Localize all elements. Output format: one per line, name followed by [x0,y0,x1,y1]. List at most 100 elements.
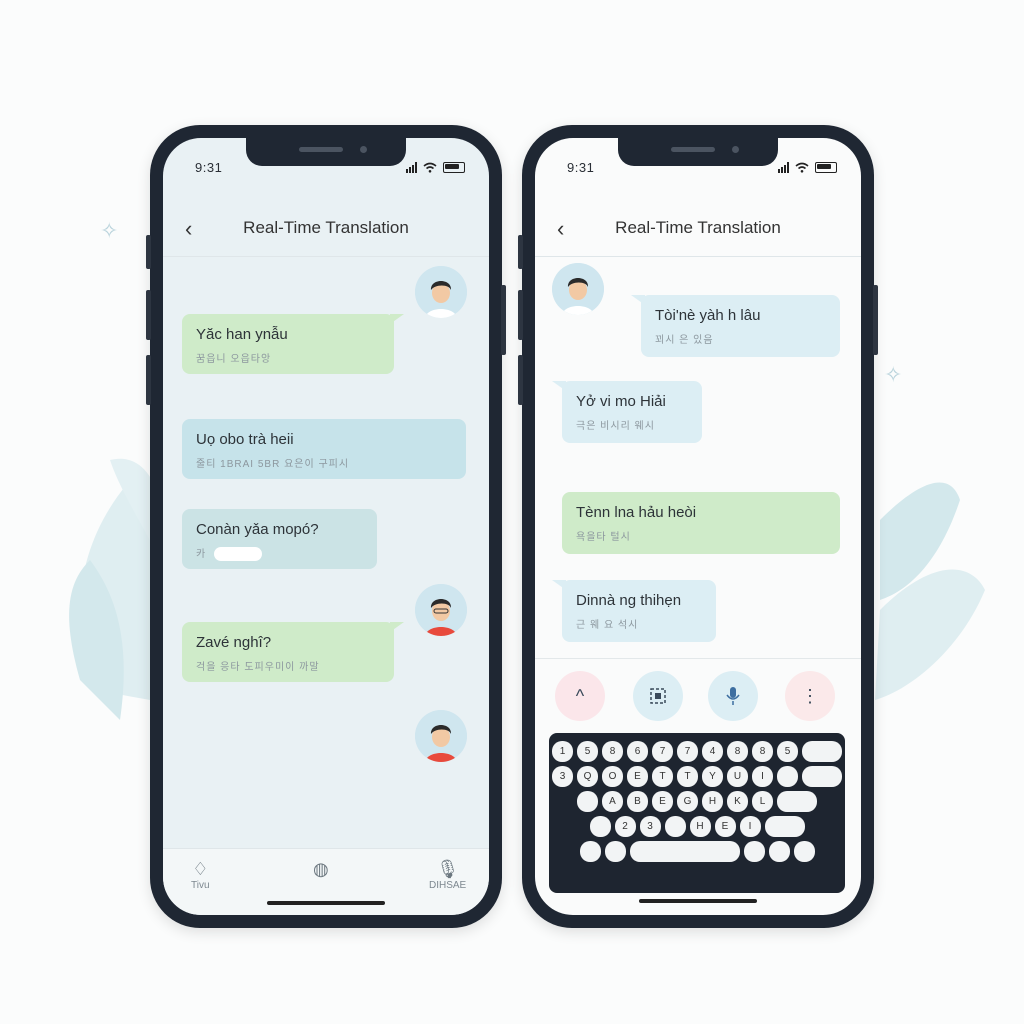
keyboard-key[interactable]: Q [577,766,598,787]
tab-microphone[interactable]: 🎙 DIHSAE [429,859,466,891]
keyboard-key[interactable] [589,816,611,837]
message-translation: 꾀시 은 있음 [655,335,714,346]
keyboard-key[interactable] [802,741,842,762]
keyboard-key[interactable]: L [752,791,773,812]
keyboard-key[interactable]: 8 [752,741,773,762]
keyboard-key[interactable]: O [602,766,623,787]
keyboard-row [559,841,835,862]
sparkle-icon: ✧ [884,362,903,387]
phone-right: 9:31 ‹ Real-Time Translation Tòi'nè yàh … [518,125,878,928]
screen: 9:31 ‹ Real-Time Translation Yăc han ynẫ… [163,138,489,915]
message-text: Zavé nghî? [196,634,272,651]
tab-label: DIHSAE [429,880,467,891]
keyboard-key[interactable] [664,816,686,837]
screen: 9:31 ‹ Real-Time Translation Tòi'nè yàh … [535,138,861,915]
keyboard-key[interactable]: H [702,791,723,812]
keyboard-key[interactable] [764,816,805,837]
message-bubble[interactable]: Zavé nghî? 걱을 응타 도피우미이 까말 [182,622,404,682]
message-bubble[interactable]: Dinnà ng thihẹn 근 웨 요 석시 [552,580,716,642]
keyboard-key[interactable]: Y [702,766,723,787]
keyboard-key[interactable] [768,841,790,862]
keyboard-key[interactable]: I [752,766,773,787]
keyboard-key[interactable] [793,841,815,862]
keyboard-key[interactable]: G [677,791,698,812]
notch [618,138,778,166]
more-vertical-icon[interactable]: ⋮ [785,671,835,721]
keyboard-key[interactable]: E [652,791,673,812]
header: ‹ Real-Time Translation [163,198,489,257]
keyboard-key[interactable]: E [627,766,648,787]
page-title: Real-Time Translation [615,218,781,237]
message-text: Tènn lna hảu heòi [576,504,697,521]
keyboard-key[interactable]: 5 [777,741,798,762]
keyboard-key[interactable]: 4 [702,741,723,762]
tab-globe[interactable]: ◍ [313,859,329,880]
message-bubble[interactable]: Yăc han ynẫu 꿈읍니 오읍타앙 [182,314,404,374]
keyboard-key[interactable]: U [727,766,748,787]
keyboard: 15867748853QOETTYUIABEGHKL23HEI [549,733,845,893]
microphone-icon[interactable] [708,671,758,721]
message-translation: 근 웨 요 석시 [576,620,639,631]
keyboard-key[interactable]: 1 [552,741,573,762]
keyboard-key[interactable]: 2 [614,816,636,837]
keyboard-key[interactable] [577,791,598,812]
keyboard-key[interactable]: 7 [652,741,673,762]
keyboard-key[interactable] [802,766,842,787]
wifi-icon [795,162,809,173]
message-text: Yở vi mo Hiải [576,393,666,410]
keyboard-key[interactable]: 8 [602,741,623,762]
tab-label: Tivu [191,880,210,891]
message-bubble[interactable]: Uọ obo trà heii 줄티 1BRAI 5BR 요은이 구피시 [182,419,466,479]
globe-icon: ◍ [313,859,329,879]
keyboard-key[interactable] [777,766,798,787]
keyboard-key[interactable]: T [652,766,673,787]
message-bubble[interactable]: Tòi'nè yàh h lâu 꾀시 은 있음 [631,295,840,357]
message-bubble[interactable]: Conàn yǎa mopó? 카 [182,509,377,569]
keyboard-key[interactable]: E [714,816,736,837]
message-text: Tòi'nè yàh h lâu [655,307,761,324]
grid-icon[interactable] [633,671,683,721]
header: ‹ Real-Time Translation [535,198,861,257]
keyboard-key[interactable]: 8 [727,741,748,762]
status-time: 9:31 [567,160,595,175]
avatar [415,584,467,636]
home-indicator[interactable] [267,901,385,905]
keyboard-key[interactable]: A [602,791,623,812]
keyboard-key[interactable]: 6 [627,741,648,762]
keyboard-key[interactable]: B [627,791,648,812]
message-text: Dinnà ng thihẹn [576,592,682,609]
status-time: 9:31 [195,160,223,175]
avatar [415,710,467,762]
keyboard-key[interactable]: K [727,791,748,812]
keyboard-key[interactable]: 3 [552,766,573,787]
input-toolbar: ^ ⋮ [535,658,861,733]
keyboard-key[interactable]: T [677,766,698,787]
message-bubble[interactable]: Yở vi mo Hiải 극은 비시리 웨시 [552,381,702,443]
message-bubble[interactable]: Tènn lna hảu heòi 욕을타 털시 [562,492,840,554]
message-translation: 욕을타 털시 [576,532,631,543]
tab-notifications[interactable]: ♢ Tivu [191,859,210,891]
message-text: Yăc han ynẫu [196,326,288,343]
notch [246,138,406,166]
avatar [415,266,467,318]
keyboard-key[interactable] [777,791,817,812]
keyboard-key[interactable]: I [739,816,761,837]
keyboard-key[interactable] [579,841,601,862]
signal-icon [406,162,417,173]
keyboard-key[interactable]: H [689,816,711,837]
battery-icon [443,162,465,173]
chevron-up-icon[interactable]: ^ [555,671,605,721]
wifi-icon [423,162,437,173]
keyboard-key[interactable]: 3 [639,816,661,837]
keyboard-row: 3QOETTYUI [552,766,842,787]
keyboard-key[interactable] [629,841,740,862]
keyboard-key[interactable] [604,841,626,862]
message-text: Uọ obo trà heii [196,431,294,448]
keyboard-key[interactable] [743,841,765,862]
keyboard-key[interactable]: 7 [677,741,698,762]
message-translation: 극은 비시리 웨시 [576,421,655,432]
home-indicator[interactable] [639,899,757,903]
sparkle-icon: ✧ [100,218,119,243]
keyboard-key[interactable]: 5 [577,741,598,762]
phone-left: 9:31 ‹ Real-Time Translation Yăc han ynẫ… [146,125,506,928]
